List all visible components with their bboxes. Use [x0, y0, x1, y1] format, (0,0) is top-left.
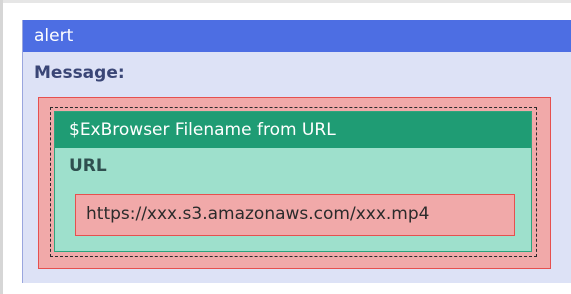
- url-label: URL: [69, 156, 107, 176]
- url-input-field[interactable]: https://xxx.s3.amazonaws.com/xxx.mp4: [75, 194, 515, 236]
- alert-header[interactable]: alert: [23, 20, 571, 52]
- function-block-header[interactable]: $ExBrowser Filename from URL: [55, 112, 531, 148]
- exbrowser-filename-from-url-block[interactable]: $ExBrowser Filename from URL URL https:/…: [54, 111, 532, 252]
- alert-block[interactable]: alert Message: $ExBrowser Filename from …: [22, 20, 571, 283]
- canvas-left-edge: [0, 0, 3, 294]
- canvas-top-edge: [0, 0, 571, 3]
- message-label: Message:: [34, 63, 125, 83]
- message-input-slot[interactable]: $ExBrowser Filename from URL URL https:/…: [38, 97, 551, 269]
- function-block-title: $ExBrowser Filename from URL: [69, 120, 336, 140]
- selection-outline: $ExBrowser Filename from URL URL https:/…: [50, 107, 537, 257]
- alert-title: alert: [34, 26, 74, 46]
